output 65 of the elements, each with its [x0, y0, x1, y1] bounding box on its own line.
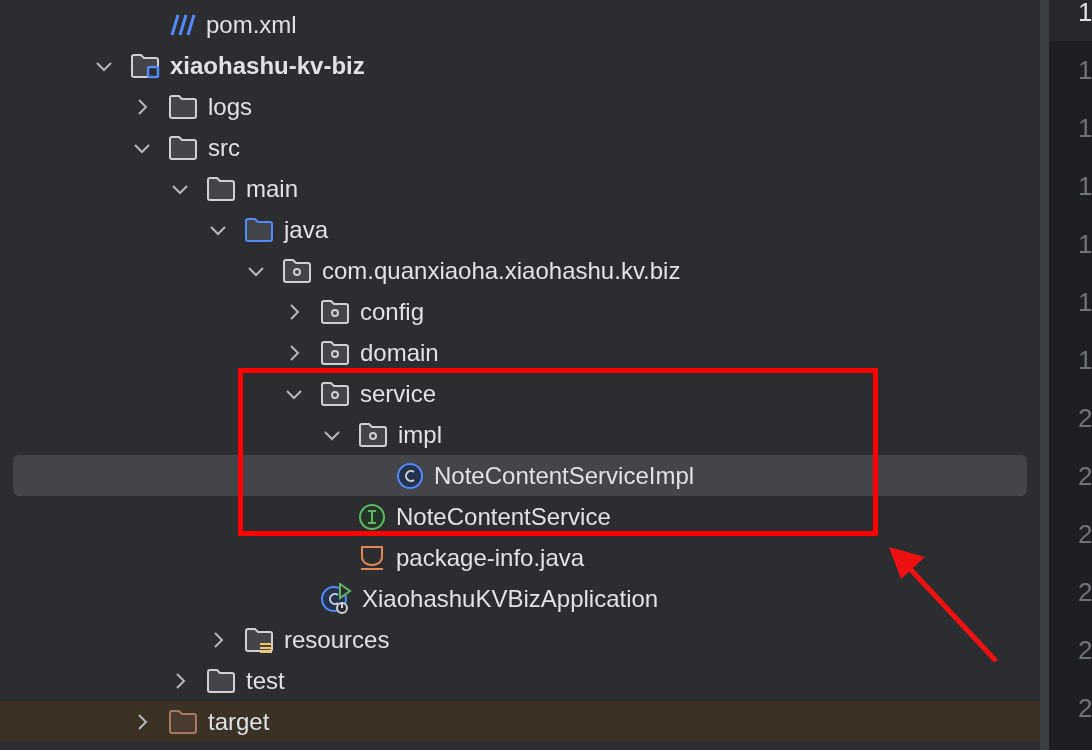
tree-item-label: config [360, 299, 425, 324]
resources-folder-icon [244, 626, 274, 653]
line-number: 1 [1078, 289, 1092, 315]
tree-row[interactable]: xiaohashu-kv-biz [13, 45, 1027, 86]
class-icon [396, 461, 424, 490]
line-number: 1 [1078, 173, 1092, 199]
tree-item-label: target [208, 709, 270, 734]
line-number: 1 [1078, 0, 1092, 25]
tree-row[interactable]: service [13, 373, 1027, 414]
line-number: 2 [1078, 463, 1092, 489]
tree-item-label: java [284, 217, 329, 242]
tree-row[interactable]: NoteContentServiceImpl [13, 455, 1027, 496]
interface-icon [358, 502, 386, 531]
tree-item-label: logs [208, 94, 253, 119]
folder-icon [168, 93, 198, 120]
tree-item-label: test [246, 668, 285, 693]
application-run-icon [320, 582, 352, 615]
tree-item-label: domain [360, 340, 439, 365]
module-folder-icon [130, 52, 160, 79]
tree-item-label: package-info.java [396, 545, 585, 570]
tree-row[interactable]: target [0, 701, 1040, 742]
tree-item-label: impl [398, 422, 442, 447]
tree-row[interactable]: java [13, 209, 1027, 250]
tree-row[interactable]: domain [13, 332, 1027, 373]
tree-item-label: pom.xml [206, 12, 297, 37]
tree-item-label: NoteContentService [396, 504, 611, 529]
package-folder-icon [358, 421, 388, 448]
line-number: 1 [1078, 57, 1092, 83]
tree-row[interactable]: main [13, 168, 1027, 209]
tree-row[interactable]: XiaohashuKVBizApplication [13, 578, 1027, 619]
tree-row[interactable]: src [13, 127, 1027, 168]
folder-icon [206, 667, 236, 694]
folder-icon [244, 216, 274, 243]
folder-icon [168, 708, 198, 735]
line-number: 2 [1078, 405, 1092, 431]
tree-item-label: NoteContentServiceImpl [434, 463, 695, 488]
folder-icon [206, 175, 236, 202]
line-number: 2 [1078, 695, 1092, 721]
package-folder-icon [320, 380, 350, 407]
line-number: 2 [1078, 521, 1092, 547]
tree-item-label: com.quanxiaoha.xiaohashu.kv.biz [322, 258, 681, 283]
tree-row[interactable]: com.quanxiaoha.xiaohashu.kv.biz [13, 250, 1027, 291]
package-folder-icon [320, 339, 350, 366]
tree-row[interactable]: test [13, 660, 1027, 701]
tree-item-label: resources [284, 627, 390, 652]
tree-row[interactable]: config [13, 291, 1027, 332]
line-number: 1 [1078, 115, 1092, 141]
line-number: 2 [1078, 637, 1092, 663]
line-number: 1 [1078, 347, 1092, 373]
tree-row[interactable]: package-info.java [13, 537, 1027, 578]
tree-row[interactable]: impl [13, 414, 1027, 455]
tree-item-label: XiaohashuKVBizApplication [362, 586, 659, 611]
folder-icon [168, 134, 198, 161]
tree-row[interactable]: logs [13, 86, 1027, 127]
package-folder-icon [320, 298, 350, 325]
line-number: 2 [1078, 579, 1092, 605]
tree-item-label: main [246, 176, 299, 201]
tree-item-label: service [360, 381, 437, 406]
line-number: 1 [1078, 231, 1092, 257]
module-name: xiaohashu-kv-biz [170, 53, 365, 78]
tree-row[interactable]: NoteContentService [13, 496, 1027, 537]
package-folder-icon [282, 257, 312, 284]
tree-row[interactable]: resources [13, 619, 1027, 660]
tree-item-label: src [208, 135, 240, 160]
tree-row[interactable]: pom.xml [13, 4, 1027, 45]
